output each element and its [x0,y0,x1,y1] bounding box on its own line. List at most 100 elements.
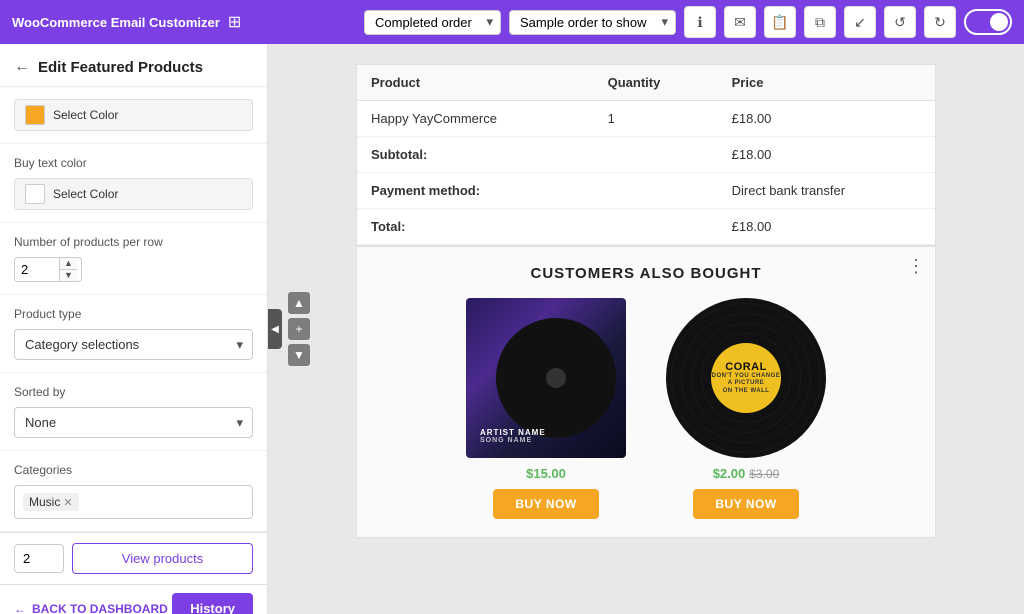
product-2-price-old: $3.00 [749,467,779,481]
buy-text-color-label: Buy text color [14,156,253,170]
product-2-prices: $2.00 $3.00 [713,466,780,481]
subtotal-label: Subtotal: [357,137,594,173]
sample-order-select-wrapper[interactable]: Sample order to show [509,10,676,35]
product-2-price-new: $2.00 [713,466,746,481]
spinner-up-btn[interactable]: ▲ [60,258,77,270]
tag-remove-btn[interactable]: ✕ [63,496,72,509]
back-dashboard-label: BACK TO DASHBOARD [32,602,168,614]
payment-value: Direct bank transfer [718,173,935,209]
footer-bar: ← BACK TO DASHBOARD History [0,584,267,614]
subtotal-value: £18.00 [718,137,935,173]
sidebar-header: ← Edit Featured Products [0,44,267,87]
products-per-row-label: Number of products per row [14,235,253,249]
categories-input[interactable]: Music ✕ [14,485,253,519]
buy-color-select-label: Select Color [53,187,118,201]
product-type-label: Product type [14,307,253,321]
upsell-section: ⋮ CUSTOMERS ALSO BOUGHT ARTIST NAME SONG… [356,246,936,538]
orange-swatch [25,105,45,125]
product-card-2: CORAL DON'T YOU CHANGE A PICTUREON THE W… [656,298,836,519]
bg-color-button[interactable]: Select Color [14,99,253,131]
grid-icon[interactable]: ⊞ [228,12,241,32]
upsell-title: CUSTOMERS ALSO BOUGHT [377,265,915,282]
toggle-switch[interactable] [964,9,1012,35]
music-tag-label: Music [29,495,60,509]
white-swatch [25,184,45,204]
scroll-up-btn[interactable]: ▲ [288,292,310,314]
product-type-select[interactable]: Category selections All products [14,329,253,360]
subtotal-spacer [594,137,718,173]
content-area: ◀ ▲ + ▼ Product Quantity Price [268,44,1024,614]
col-product: Product [357,65,594,101]
album-cover-text: ARTIST NAME SONG NAME [480,428,546,444]
view-products-button[interactable]: View products [72,543,253,574]
spinner-down-btn[interactable]: ▼ [60,270,77,281]
col-price: Price [718,65,935,101]
buy-color-button[interactable]: Select Color [14,178,253,210]
doc-icon-btn[interactable]: 📋 [764,6,796,38]
scroll-down-btn[interactable]: ▼ [288,344,310,366]
categories-section: Categories Music ✕ [0,451,267,532]
product-price: £18.00 [718,101,935,137]
copy-icon-btn[interactable]: ⧉ [804,6,836,38]
product-1-buy-btn[interactable]: BUY NOW [493,489,598,519]
bottom-actions: View products [0,532,267,584]
num-showing-input[interactable] [14,544,64,573]
product-1-prices: $15.00 [526,466,566,481]
products-per-row-section: Number of products per row ▲ ▼ [0,223,267,295]
order-table-section: Product Quantity Price Happy YayCommerce… [356,64,936,246]
products-per-row-input[interactable] [15,258,59,281]
product-type-section: Product type Category selections All pro… [0,295,267,373]
main-layout: ← Edit Featured Products Select Color Bu… [0,44,1024,614]
order-type-select[interactable]: Completed order New order [364,10,501,35]
col-quantity: Quantity [594,65,718,101]
bg-color-label: Select Color [53,108,118,122]
products-per-row-spinner[interactable]: ▲ ▼ [14,257,82,282]
products-grid: ARTIST NAME SONG NAME $15.00 BUY NOW [377,298,915,519]
sorted-by-section: Sorted by None Price Date [0,373,267,451]
sidebar-title: Edit Featured Products [38,59,203,76]
product-2-buy-btn[interactable]: BUY NOW [693,489,798,519]
history-button[interactable]: History [172,593,253,614]
table-row: Happy YayCommerce 1 £18.00 [357,101,935,137]
product-quantity: 1 [594,101,718,137]
back-dashboard-button[interactable]: ← BACK TO DASHBOARD [14,602,168,614]
vinyl-album-art: ARTIST NAME SONG NAME [466,298,626,458]
total-label: Total: [357,209,594,245]
buy-text-color-section: Buy text color Select Color [0,144,267,223]
product-type-dropdown-wrapper[interactable]: Category selections All products [14,329,253,360]
total-row: Total: £18.00 [357,209,935,245]
total-value: £18.00 [718,209,935,245]
minimize-icon-btn[interactable]: ↙ [844,6,876,38]
order-type-select-wrapper[interactable]: Completed order New order [364,10,501,35]
undo-icon-btn[interactable]: ↺ [884,6,916,38]
collapse-handle[interactable]: ◀ [268,309,282,349]
music-tag: Music ✕ [23,493,79,511]
vinyl-record-2: CORAL DON'T YOU CHANGE A PICTUREON THE W… [666,298,826,458]
product-card-1: ARTIST NAME SONG NAME $15.00 BUY NOW [456,298,636,519]
table-header-row: Product Quantity Price [357,65,935,101]
product-image-1: ARTIST NAME SONG NAME [466,298,626,458]
sample-order-select[interactable]: Sample order to show [509,10,676,35]
sidebar: ← Edit Featured Products Select Color Bu… [0,44,268,614]
product-image-2: CORAL DON'T YOU CHANGE A PICTUREON THE W… [666,298,826,458]
vinyl-record [496,318,616,438]
three-dots-menu[interactable]: ⋮ [907,257,925,275]
bg-color-section: Select Color [0,87,267,144]
email-preview: Product Quantity Price Happy YayCommerce… [296,44,996,558]
order-table: Product Quantity Price Happy YayCommerce… [357,65,935,245]
email-icon-btn[interactable]: ✉ [724,6,756,38]
sorted-by-dropdown-wrapper[interactable]: None Price Date [14,407,253,438]
sorted-by-select[interactable]: None Price Date [14,407,253,438]
scroll-add-btn[interactable]: + [288,318,310,340]
info-icon-btn[interactable]: ℹ [684,6,716,38]
payment-label: Payment method: [357,173,594,209]
payment-row: Payment method: Direct bank transfer [357,173,935,209]
subtotal-row: Subtotal: £18.00 [357,137,935,173]
back-icon[interactable]: ← [14,58,30,76]
spinner-buttons: ▲ ▼ [59,258,77,281]
redo-icon-btn[interactable]: ↻ [924,6,956,38]
topbar: WooCommerce Email Customizer ⊞ Completed… [0,0,1024,44]
app-title: WooCommerce Email Customizer [12,15,220,30]
scroll-controls: ▲ + ▼ [288,292,310,366]
back-arrow-icon: ← [14,602,26,614]
